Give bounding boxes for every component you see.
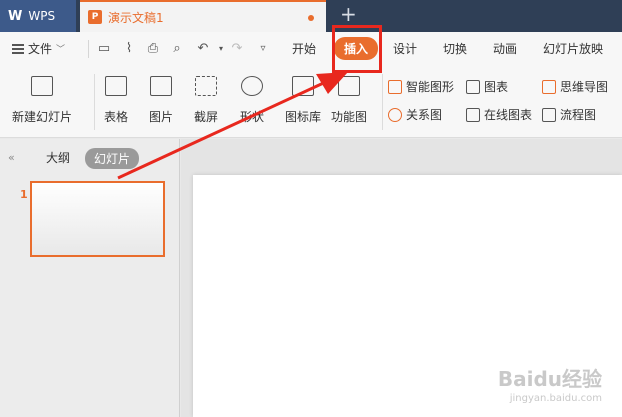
tab-home[interactable]: 开始	[292, 40, 316, 57]
redo-icon[interactable]: ↷	[228, 39, 246, 57]
online-chart-label: 在线图表	[484, 108, 533, 122]
function-chart-icon	[338, 76, 360, 96]
chart-label: 图表	[484, 80, 509, 94]
shape-button[interactable]: 形状	[240, 76, 264, 125]
function-chart-label: 功能图	[331, 110, 368, 124]
icon-library-icon	[292, 76, 314, 96]
flowchart-label: 流程图	[560, 108, 597, 122]
wps-home-tab[interactable]: W WPS	[0, 0, 76, 32]
table-button[interactable]: 表格	[104, 76, 128, 125]
watermark-brand: Baidu经验	[497, 367, 602, 391]
icon-library-label: 图标库	[285, 110, 322, 124]
online-chart-button[interactable]: 在线图表	[466, 106, 532, 123]
divider	[88, 40, 89, 58]
screenshot-button[interactable]: 截屏	[194, 76, 218, 125]
relation-chart-label: 关系图	[406, 108, 443, 122]
new-slide-label: 新建幻灯片	[12, 110, 73, 124]
slides-pane: « 大纲 幻灯片 1	[0, 139, 180, 417]
file-menu-button[interactable]: 文件 ﹀	[12, 40, 65, 57]
wps-logo-icon: W	[8, 8, 23, 24]
slide-number: 1	[20, 188, 28, 201]
new-slide-icon	[31, 76, 53, 96]
file-menu-label: 文件	[28, 42, 53, 56]
watermark-url: jingyan.baidu.com	[509, 393, 602, 404]
title-bar: W WPS P 演示文稿1 +	[0, 0, 622, 32]
new-slide-button[interactable]: 新建幻灯片	[12, 76, 72, 125]
print-icon[interactable]: ⎙	[144, 39, 162, 57]
flowchart-icon	[542, 107, 556, 122]
divider	[94, 74, 95, 130]
slide-thumbnail[interactable]	[30, 181, 165, 257]
collapse-pane-icon[interactable]: «	[8, 151, 15, 164]
chart-icon	[466, 79, 480, 94]
new-tab-button[interactable]: +	[340, 4, 357, 24]
tab-slides[interactable]: 幻灯片	[85, 148, 140, 169]
unsaved-dot-icon	[308, 15, 314, 21]
mind-map-button[interactable]: 思维导图	[542, 78, 608, 95]
wps-presentation-window: W WPS P 演示文稿1 + 文件 ﹀ ▭ ⌇ ⎙ ⌕ ↶ ▾ ↷ ▿ 开始 …	[0, 0, 622, 417]
tab-outline[interactable]: 大纲	[46, 149, 70, 166]
document-tab-label: 演示文稿1	[108, 10, 164, 25]
flowchart-button[interactable]: 流程图	[542, 106, 596, 123]
picture-icon	[150, 76, 172, 96]
shape-icon	[241, 76, 263, 96]
hamburger-icon	[12, 43, 24, 54]
presentation-file-icon: P	[88, 10, 102, 24]
save-icon[interactable]: ▭	[95, 39, 113, 57]
screenshot-icon	[195, 76, 217, 96]
shape-label: 形状	[240, 110, 265, 124]
tab-animations[interactable]: 动画	[493, 40, 517, 57]
chart-button[interactable]: 图表	[466, 78, 508, 95]
chevron-down-icon: ﹀	[56, 45, 66, 55]
format-painter-icon[interactable]: ⌇	[120, 39, 138, 57]
online-chart-icon	[466, 107, 480, 122]
highlight-box	[332, 25, 382, 73]
mind-map-icon	[542, 79, 556, 94]
smart-graphic-button[interactable]: 智能图形	[388, 78, 454, 95]
smart-graphic-icon	[388, 79, 402, 94]
smart-graphic-label: 智能图形	[406, 80, 455, 94]
picture-label: 图片	[149, 110, 174, 124]
relation-chart-icon	[388, 107, 402, 122]
tab-transitions[interactable]: 切换	[443, 40, 467, 57]
function-chart-button[interactable]: 功能图	[331, 76, 367, 125]
menu-bar: 文件 ﹀ ▭ ⌇ ⎙ ⌕ ↶ ▾ ↷ ▿ 开始 插入 设计 切换 动画 幻灯片放…	[0, 32, 622, 66]
divider	[382, 74, 383, 130]
tab-design[interactable]: 设计	[393, 40, 417, 57]
table-label: 表格	[104, 110, 129, 124]
undo-icon[interactable]: ↶	[194, 39, 212, 57]
icon-library-button[interactable]: 图标库	[285, 76, 321, 125]
document-tab[interactable]: P 演示文稿1	[80, 0, 326, 32]
relation-chart-button[interactable]: 关系图	[388, 106, 442, 123]
mind-map-label: 思维导图	[560, 80, 609, 94]
screenshot-label: 截屏	[194, 110, 219, 124]
insert-ribbon: 新建幻灯片 表格 图片 截屏 形状 图标库 功能图 智能图形 图表 思维导图 关…	[0, 66, 622, 138]
print-preview-icon[interactable]: ⌕	[168, 39, 186, 57]
tab-slideshow[interactable]: 幻灯片放映	[543, 40, 603, 57]
customize-dropdown-icon[interactable]: ▿	[254, 39, 272, 57]
picture-button[interactable]: 图片	[149, 76, 173, 125]
table-icon	[105, 76, 127, 96]
wps-tab-label: WPS	[28, 9, 56, 23]
baidu-watermark: Baidu经验 jingyan.baidu.com	[498, 369, 602, 409]
